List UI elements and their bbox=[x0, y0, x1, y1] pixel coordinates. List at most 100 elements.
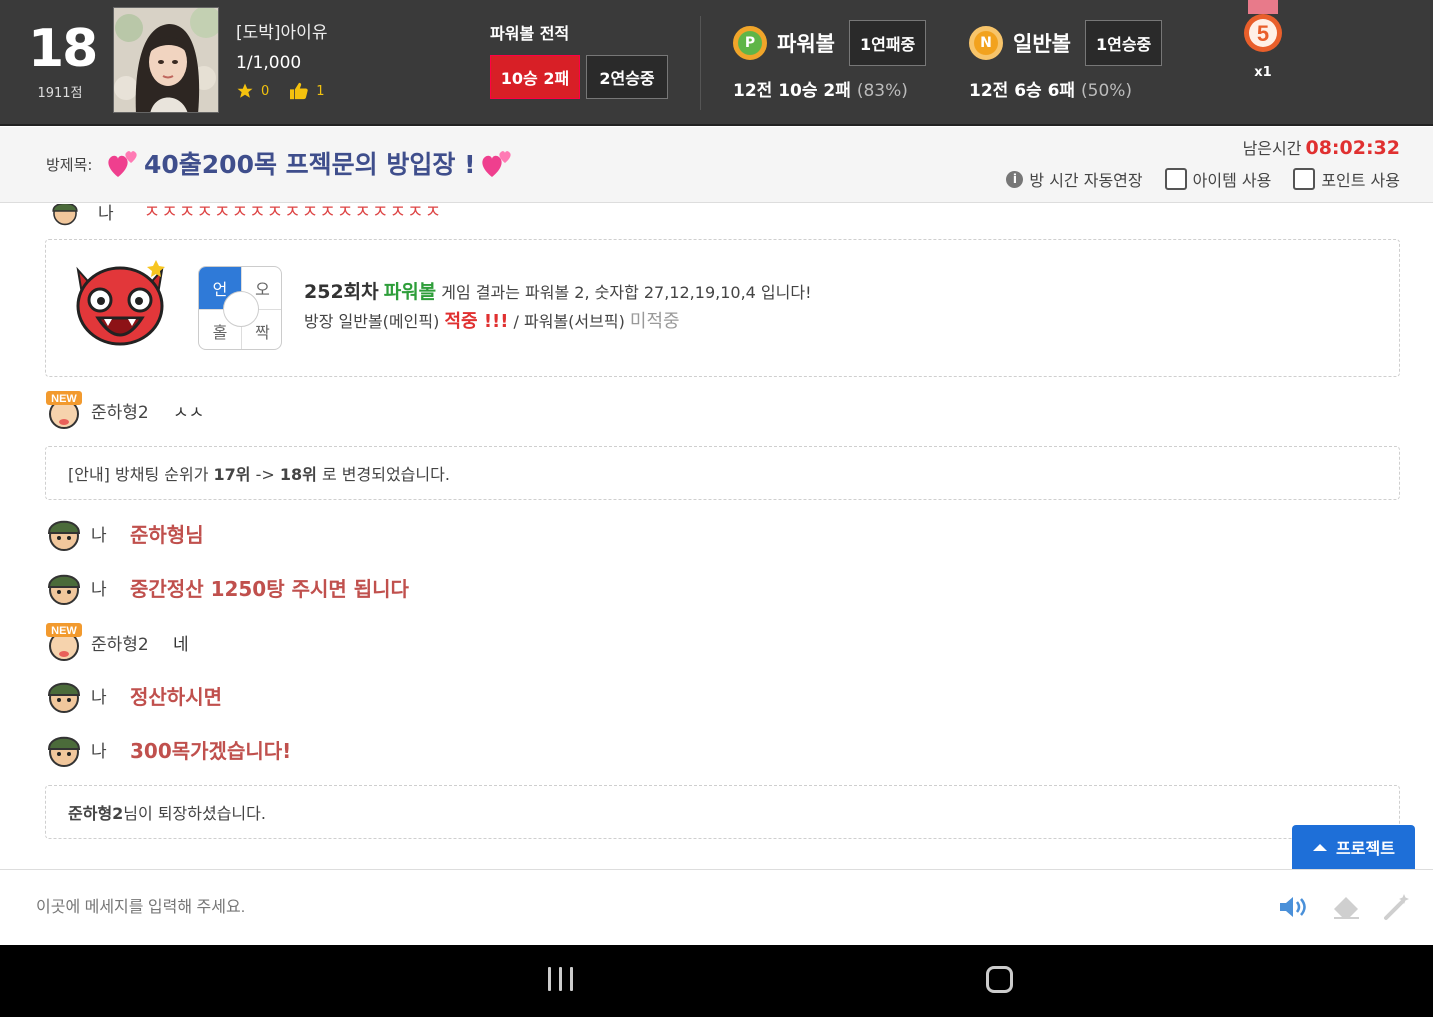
game-result-text: 252회차 파워볼 게임 결과는 파워볼 2, 숫자합 27,12,19,10,… bbox=[304, 278, 812, 336]
powerball-stat: 12전 10승 2패 (83%) bbox=[733, 76, 926, 101]
soldier-avatar-icon bbox=[47, 520, 81, 551]
home-icon[interactable] bbox=[986, 966, 1013, 993]
project-button[interactable]: 프로젝트 bbox=[1292, 825, 1415, 869]
powerball-summary: P 파워볼 1연패중 12전 10승 2패 (83%) bbox=[733, 20, 927, 101]
powerball-stat-text: 12전 10승 2패 bbox=[733, 81, 851, 101]
chat-text: 네 bbox=[173, 634, 189, 655]
chat-text: ㅈㅈㅈㅈㅈㅈㅈㅈㅈㅈㅈㅈㅈㅈㅈㅈㅈ bbox=[143, 204, 443, 223]
chat-message: 나 준하형님 bbox=[45, 514, 204, 552]
main-pick-label: 방장 일반볼(메인픽) bbox=[304, 312, 440, 331]
notice-prefix: [안내] 방채팅 순위가 bbox=[68, 465, 209, 484]
soldier-avatar-icon bbox=[47, 574, 81, 605]
auto-extend-option[interactable]: i 방 시간 자동연장 bbox=[1006, 167, 1143, 191]
magic-wand-button[interactable] bbox=[1380, 890, 1414, 924]
project-button-label: 프로젝트 bbox=[1336, 839, 1395, 858]
medal[interactable]: 5 x1 bbox=[1242, 0, 1284, 80]
item-use-checkbox[interactable] bbox=[1164, 168, 1187, 190]
record-badges: 10승 2패 2연승중 bbox=[490, 55, 668, 99]
exit-suffix: 님이 퇴장하셨습니다. bbox=[123, 804, 266, 823]
chat-message: NEW 준하형2 네 bbox=[45, 622, 189, 662]
notice-suffix: 로 변경되었습니다. bbox=[321, 465, 450, 484]
speaker-icon bbox=[1280, 897, 1306, 917]
powerball-icon: P bbox=[733, 26, 767, 60]
exit-notice: 준하형2님이 퇴장하셨습니다. bbox=[45, 785, 1400, 839]
eraser-button[interactable] bbox=[1329, 890, 1363, 924]
normalball-stat: 12전 6승 6패 (50%) bbox=[969, 76, 1162, 101]
powerball-streak: 1연패중 bbox=[848, 20, 927, 66]
app: 18 1911점 [도박]아이유 1/1,000 0 1 파워볼 전적 10승 … bbox=[0, 0, 1433, 1017]
point-use-checkbox[interactable] bbox=[1293, 168, 1316, 190]
message-input[interactable] bbox=[36, 888, 1036, 928]
chat-text: 정산하시면 bbox=[130, 684, 222, 709]
new-user-avatar-icon: NEW bbox=[46, 623, 82, 661]
chat-message: 나 중간정산 1250탕 주시면 됩니다 bbox=[45, 568, 409, 606]
soldier-avatar-icon bbox=[47, 682, 81, 713]
chat-user: 나 bbox=[98, 204, 114, 224]
room-bar: 방제목: 40출200목 프젝문의 방입장 ! 남은시간 08:02:32 i 방… bbox=[0, 127, 1433, 203]
point-use-option[interactable]: 포인트 사용 bbox=[1293, 167, 1400, 191]
normalball-icon: N bbox=[969, 26, 1003, 60]
like-stat: 1 bbox=[289, 82, 325, 100]
exit-user-name: 준하형2 bbox=[68, 804, 124, 823]
chat-user: 나 bbox=[91, 741, 107, 762]
odd-even-indicator: 언 오 홀 짝 bbox=[198, 266, 282, 350]
rank-score: 1911점 bbox=[37, 86, 83, 101]
normalball-top: N 일반볼 1연승중 bbox=[969, 20, 1163, 66]
star-count: 0 bbox=[261, 83, 270, 99]
chat-user: 나 bbox=[91, 579, 107, 600]
rank-change-notice: [안내] 방채팅 순위가 17위 -> 18위 로 변경되었습니다. bbox=[45, 446, 1400, 500]
chat-user: 준하형2 bbox=[91, 634, 149, 655]
sub-pick-label: / 파워볼(서브픽) bbox=[513, 312, 625, 331]
normalball-stat-text: 12전 6승 6패 bbox=[969, 81, 1076, 101]
chat-text: 준하형님 bbox=[130, 522, 204, 547]
normalball-summary: N 일반볼 1연승중 12전 6승 6패 (50%) bbox=[969, 20, 1163, 101]
chat-message: 나 정산하시면 bbox=[45, 676, 222, 714]
notice-arrow: -> bbox=[255, 465, 275, 484]
notice-from-rank: 17위 bbox=[213, 465, 251, 484]
message-input-bar bbox=[0, 869, 1433, 945]
chat-user: 나 bbox=[91, 687, 107, 708]
devil-mascot-icon bbox=[76, 260, 165, 346]
profile-avatar[interactable] bbox=[113, 7, 219, 113]
remaining-time: 남은시간 08:02:32 bbox=[1243, 135, 1400, 159]
powerball-top: P 파워볼 1연패중 bbox=[733, 20, 927, 66]
powerball-icon-letter: P bbox=[744, 35, 756, 51]
player-info: [도박]아이유 1/1,000 0 1 bbox=[236, 18, 327, 100]
result-line-2: 방장 일반볼(메인픽) 적중 !!! / 파워볼(서브픽) 미적중 bbox=[304, 307, 812, 336]
point-use-label: 포인트 사용 bbox=[1321, 171, 1400, 190]
caret-up-icon bbox=[1313, 844, 1328, 851]
game-result-box: 언 오 홀 짝 252회차 파워볼 게임 결과는 파워볼 2, 숫자합 27,1… bbox=[45, 239, 1400, 377]
svg-text:NEW: NEW bbox=[51, 625, 77, 637]
magic-wand-icon bbox=[1384, 894, 1409, 920]
notice-text: [안내] 방채팅 순위가 17위 -> 18위 로 변경되었습니다. bbox=[68, 461, 450, 485]
chat-log[interactable]: 나 ㅈㅈㅈㅈㅈㅈㅈㅈㅈㅈㅈㅈㅈㅈㅈㅈㅈ 언 오 홀 짝 252회차 파워볼 게임… bbox=[0, 204, 1433, 869]
system-nav-bar bbox=[0, 945, 1433, 1017]
chat-user: 준하형2 bbox=[91, 402, 149, 423]
round-number: 252회차 bbox=[304, 281, 379, 303]
speaker-button[interactable] bbox=[1277, 890, 1311, 924]
like-count: 1 bbox=[316, 83, 325, 99]
normalball-streak: 1연승중 bbox=[1084, 20, 1163, 66]
player-name: [도박]아이유 bbox=[236, 23, 328, 43]
profile-header: 18 1911점 [도박]아이유 1/1,000 0 1 파워볼 전적 10승 … bbox=[0, 0, 1433, 126]
item-use-option[interactable]: 아이템 사용 bbox=[1164, 167, 1271, 191]
odd-even-center bbox=[223, 291, 259, 327]
powerball-record: 파워볼 전적 10승 2패 2연승중 bbox=[490, 20, 668, 99]
auto-extend-label: 방 시간 자동연장 bbox=[1029, 171, 1143, 190]
chat-message: 나 300목가겠습니다! bbox=[45, 730, 291, 768]
new-user-avatar-icon: NEW bbox=[46, 391, 82, 429]
soldier-avatar-icon bbox=[52, 204, 78, 226]
header-divider bbox=[700, 16, 701, 110]
rank-number: 18 bbox=[28, 19, 98, 79]
room-title-label: 방제목: bbox=[46, 156, 93, 174]
recent-apps-icon[interactable] bbox=[548, 967, 573, 991]
star-stat: 0 bbox=[236, 82, 269, 100]
player-value: 1/1,000 bbox=[236, 53, 302, 73]
normalball-name: 일반볼 bbox=[1013, 32, 1071, 56]
game-name: 파워볼 bbox=[383, 281, 437, 303]
powerball-pct: (83%) bbox=[856, 81, 908, 101]
normalball-pct: (50%) bbox=[1081, 81, 1133, 101]
chat-message-partial: 나 ㅈㅈㅈㅈㅈㅈㅈㅈㅈㅈㅈㅈㅈㅈㅈㅈㅈ bbox=[46, 204, 442, 226]
hit-label: 적중 !!! bbox=[444, 311, 509, 332]
player-stats: 0 1 bbox=[236, 82, 327, 100]
